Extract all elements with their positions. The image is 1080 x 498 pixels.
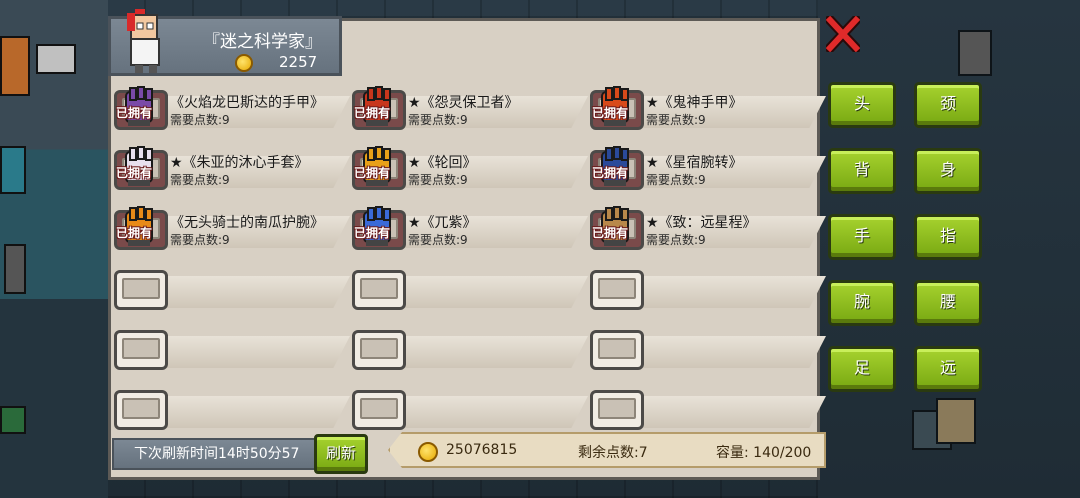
slot-frame [352, 390, 406, 430]
slot-frame [590, 270, 644, 310]
slot-band [380, 276, 588, 308]
item-cost: 需要点数:9 [646, 233, 706, 247]
item-slot[interactable]: 已拥有 《火焰龙巴斯达的手甲》 需要点数:9 [112, 86, 350, 130]
slot-band [618, 276, 826, 308]
item-slot[interactable]: 已拥有 《无头骑士的南瓜护腕》 需要点数:9 [112, 206, 350, 250]
owned-badge: 已拥有 [354, 106, 391, 120]
owned-badge: 已拥有 [116, 106, 153, 120]
refresh-button[interactable]: 刷新 [314, 434, 368, 474]
owned-badge: 已拥有 [592, 166, 629, 180]
slot-band [380, 396, 588, 428]
item-slot[interactable]: 已拥有 ★《鬼神手甲》 需要点数:9 [588, 86, 826, 130]
item-slot[interactable]: 已拥有 ★《怨灵保卫者》 需要点数:9 [350, 86, 588, 130]
item-slot[interactable]: 已拥有 ★《星宿腕转》 需要点数:9 [588, 146, 826, 190]
slot-frame [590, 390, 644, 430]
scientist-avatar-icon [127, 9, 160, 73]
item-name: ★《致：远星程》 [646, 215, 757, 231]
owned-badge: 已拥有 [592, 106, 629, 120]
item-name: ★《朱亚的沐心手套》 [170, 155, 309, 171]
remaining-points: 剩余点数:7 [578, 445, 648, 461]
category-button[interactable]: 手 [828, 214, 896, 260]
slot-band [618, 336, 826, 368]
total-gold: 25076815 [446, 442, 518, 458]
slot-band [380, 336, 588, 368]
empty-slot[interactable] [112, 390, 350, 430]
player-name: 『迷之科学家』 [203, 32, 322, 52]
owned-badge: 已拥有 [116, 226, 153, 240]
empty-slot[interactable] [350, 390, 588, 430]
player-gold: 2257 [279, 53, 318, 71]
empty-slot[interactable] [112, 270, 350, 310]
empty-slot[interactable] [112, 330, 350, 370]
stats-bar: 25076815 剩余点数:7 容量: 140/200 [388, 432, 826, 468]
scene-left [0, 0, 108, 498]
item-name: 《火焰龙巴斯达的手甲》 [170, 95, 324, 111]
item-name: ★《兀紫》 [408, 215, 477, 231]
owned-badge: 已拥有 [116, 166, 153, 180]
item-cost: 需要点数:9 [646, 113, 706, 127]
item-cost: 需要点数:9 [170, 173, 230, 187]
category-button[interactable]: 身 [914, 148, 982, 194]
item-cost: 需要点数:9 [408, 113, 468, 127]
empty-slot[interactable] [350, 330, 588, 370]
refresh-timer: 下次刷新时间14时50分57 [112, 438, 318, 470]
item-name: ★《鬼神手甲》 [646, 95, 743, 111]
item-cost: 需要点数:9 [408, 233, 468, 247]
item-name: ★《怨灵保卫者》 [408, 95, 519, 111]
owned-badge: 已拥有 [354, 226, 391, 240]
owned-badge: 已拥有 [592, 226, 629, 240]
slot-frame [352, 270, 406, 310]
category-button[interactable]: 远 [914, 346, 982, 392]
slot-band [618, 396, 826, 428]
empty-slot[interactable] [588, 330, 826, 370]
owned-badge: 已拥有 [354, 166, 391, 180]
item-cost: 需要点数:9 [170, 113, 230, 127]
gold-coin-icon [235, 54, 253, 72]
gold-coin-icon [418, 442, 438, 462]
item-slot[interactable]: 已拥有 ★《朱亚的沐心手套》 需要点数:9 [112, 146, 350, 190]
category-button[interactable]: 腰 [914, 280, 982, 326]
slot-band [142, 336, 350, 368]
capacity: 容量: 140/200 [716, 445, 812, 461]
category-button[interactable]: 背 [828, 148, 896, 194]
item-name: ★《星宿腕转》 [646, 155, 743, 171]
slot-band [142, 276, 350, 308]
slot-frame [114, 270, 168, 310]
item-name: 《无头骑士的南瓜护腕》 [170, 215, 324, 231]
empty-slot[interactable] [588, 390, 826, 430]
player-header: 『迷之科学家』 2257 [108, 9, 342, 76]
category-button[interactable]: 头 [828, 82, 896, 128]
slot-frame [352, 330, 406, 370]
slot-frame [590, 330, 644, 370]
item-slot[interactable]: 已拥有 ★《致：远星程》 需要点数:9 [588, 206, 826, 250]
item-cost: 需要点数:9 [408, 173, 468, 187]
empty-slot[interactable] [350, 270, 588, 310]
slot-band [142, 396, 350, 428]
category-button[interactable]: 腕 [828, 280, 896, 326]
category-button[interactable]: 颈 [914, 82, 982, 128]
category-button[interactable]: 指 [914, 214, 982, 260]
slot-frame [114, 330, 168, 370]
item-name: ★《轮回》 [408, 155, 477, 171]
slot-frame [114, 390, 168, 430]
category-button[interactable]: 足 [828, 346, 896, 392]
item-slot[interactable]: 已拥有 ★《轮回》需要点数:9 [350, 146, 588, 190]
item-cost: 需要点数:9 [646, 173, 706, 187]
item-cost: 需要点数:9 [170, 233, 230, 247]
item-slot[interactable]: 已拥有 ★《兀紫》需要点数:9 [350, 206, 588, 250]
empty-slot[interactable] [588, 270, 826, 310]
close-icon[interactable] [826, 16, 860, 52]
